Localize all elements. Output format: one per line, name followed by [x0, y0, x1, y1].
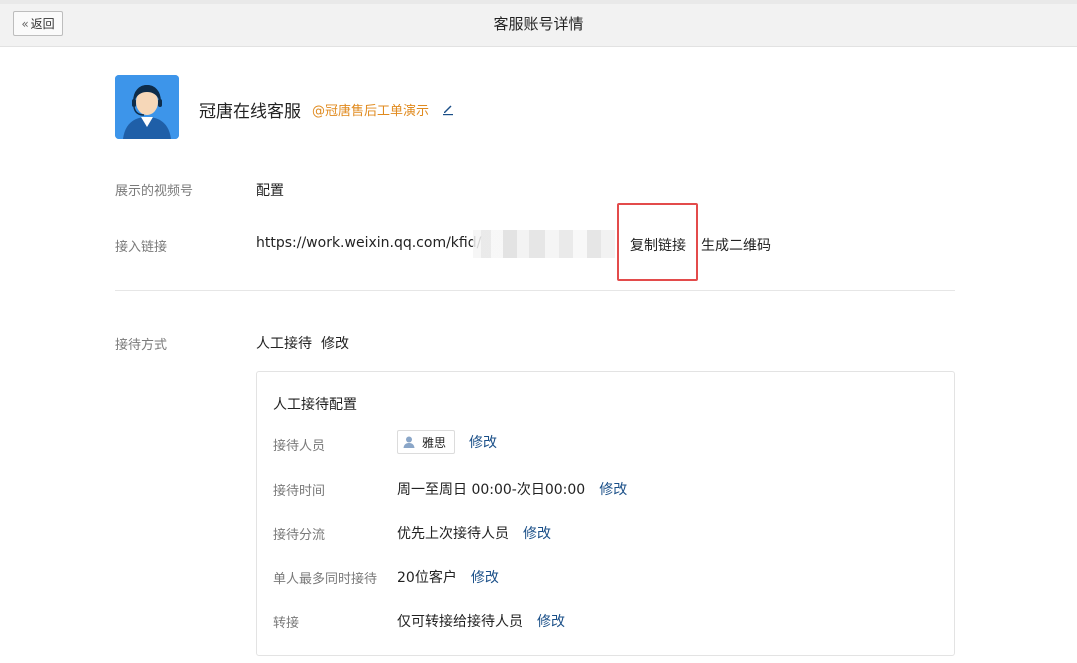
member-chip: 雅思: [397, 430, 456, 454]
member-name: 雅思: [422, 435, 447, 450]
config-label-time: 接待时间: [273, 484, 326, 499]
config-value-max: 20位客户 修改: [397, 567, 499, 587]
highlight-box: [617, 203, 698, 281]
config-label-max: 单人最多同时接待: [273, 572, 378, 587]
generate-qrcode-button[interactable]: 生成二维码: [701, 235, 771, 255]
config-value-time: 周一至周日 00:00-次日00:00 修改: [397, 479, 627, 499]
top-bar: « 返回 客服账号详情: [0, 0, 1077, 47]
page-title: 客服账号详情: [493, 15, 584, 33]
transfer-value: 仅可转接给接待人员: [397, 614, 523, 630]
reception-value: 人工接待: [256, 336, 312, 352]
divider: [115, 290, 955, 291]
config-value-staff: 雅思 修改: [397, 430, 497, 454]
max-edit-link[interactable]: 修改: [471, 567, 499, 587]
config-value-routing: 优先上次接待人员 修改: [397, 523, 551, 543]
routing-edit-link[interactable]: 修改: [523, 523, 551, 543]
config-label-routing: 接待分流: [273, 528, 326, 543]
staff-edit-link[interactable]: 修改: [469, 432, 497, 452]
headset-agent-icon: [115, 75, 179, 139]
link-label: 接入链接: [115, 240, 168, 255]
time-edit-link[interactable]: 修改: [599, 479, 627, 499]
account-tag: @冠唐售后工单演示: [312, 104, 430, 119]
manual-reception-config-card: 人工接待配置 接待人员 雅思 修改 接待时间 周一至周日 00:00-次日00:…: [256, 371, 955, 656]
time-value: 周一至周日 00:00-次日00:00: [397, 482, 586, 498]
video-label: 展示的视频号: [115, 184, 194, 199]
config-label-staff: 接待人员: [273, 439, 326, 454]
transfer-edit-link[interactable]: 修改: [537, 611, 565, 631]
top-stripe: [0, 0, 1077, 4]
reception-edit-link[interactable]: 修改: [321, 333, 349, 353]
config-label-transfer: 转接: [273, 616, 300, 631]
agent-avatar: [115, 75, 179, 139]
routing-value: 优先上次接待人员: [397, 526, 509, 542]
account-name: 冠唐在线客服: [199, 102, 301, 122]
access-link-value: https://work.weixin.qq.com/kfid/: [256, 235, 482, 251]
config-title: 人工接待配置: [273, 397, 357, 413]
link-redacted-blur: [473, 230, 615, 258]
max-value: 20位客户: [397, 570, 457, 586]
person-icon: [403, 436, 415, 448]
config-value-transfer: 仅可转接给接待人员 修改: [397, 611, 565, 631]
reception-label: 接待方式: [115, 338, 168, 353]
pencil-icon[interactable]: [441, 101, 455, 116]
video-config-link[interactable]: 配置: [256, 180, 284, 200]
